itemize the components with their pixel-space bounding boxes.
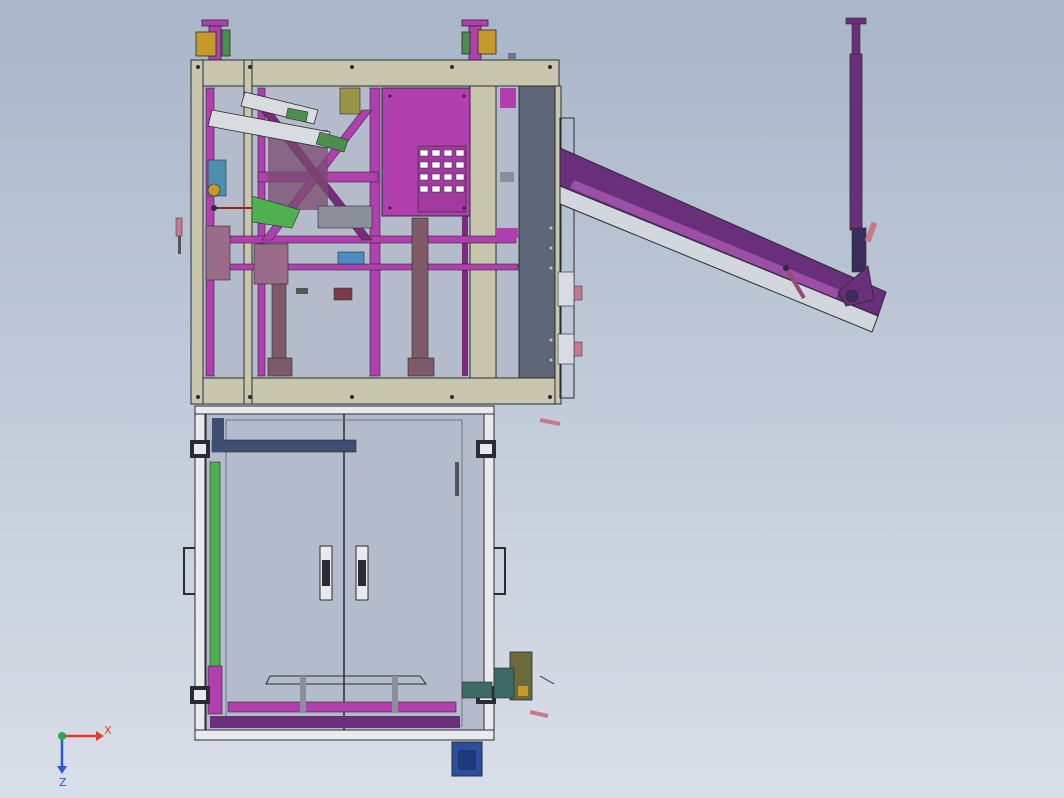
cad-viewport[interactable]: X Z [0,0,1064,798]
cabinet-frame-top [194,405,495,415]
frame-left-post [190,59,204,405]
cabinet-frame-bottom [194,729,495,741]
frame-inner-post [469,85,497,379]
frame-mid-post [243,59,253,405]
machine-assembly-drawing: X Z [0,0,1064,798]
x-axis-label: X [104,724,112,737]
side-panel [518,85,556,379]
cabinet-glass [205,411,489,731]
z-axis-label: Z [59,776,67,789]
valve-manifold [381,87,471,217]
